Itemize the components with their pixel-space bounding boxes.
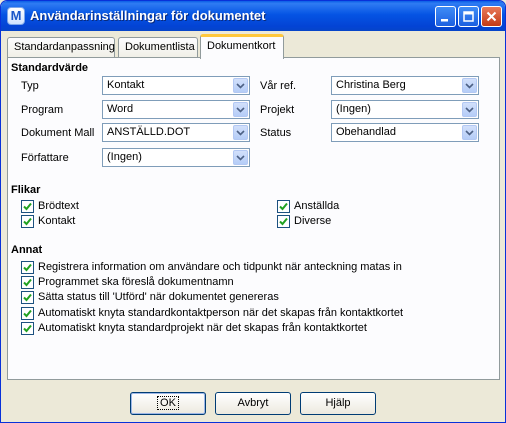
close-icon bbox=[486, 11, 497, 22]
kontakt-checkbox[interactable] bbox=[21, 215, 34, 228]
anstallda-label: Anställda bbox=[294, 200, 340, 212]
dokument-mall-value: ANSTÄLLD.DOT bbox=[107, 126, 191, 138]
forfattare-select[interactable]: (Ingen) bbox=[102, 148, 250, 167]
registrera-info-checkbox[interactable] bbox=[21, 261, 34, 274]
ok-button[interactable]: OK bbox=[130, 392, 206, 415]
help-button[interactable]: Hjälp bbox=[300, 392, 376, 415]
status-utford-checkbox[interactable] bbox=[21, 291, 34, 304]
checkmark-icon bbox=[23, 263, 32, 272]
forfattare-label: Författare bbox=[21, 152, 69, 164]
registrera-info-label: Registrera information om användare och … bbox=[38, 261, 402, 273]
knyta-projekt-label: Automatiskt knyta standardprojekt när de… bbox=[38, 322, 367, 334]
chevron-down-icon[interactable] bbox=[462, 125, 477, 140]
cancel-button[interactable]: Avbryt bbox=[215, 392, 291, 415]
settings-dialog: M Användarinställningar för dokumentet S… bbox=[0, 0, 506, 423]
diverse-label: Diverse bbox=[294, 215, 332, 227]
dokument-mall-label: Dokument Mall bbox=[21, 127, 95, 139]
chevron-down-icon[interactable] bbox=[462, 102, 477, 117]
chevron-down-icon[interactable] bbox=[233, 125, 248, 140]
checkmark-icon bbox=[23, 309, 32, 318]
tab-dokumentkort[interactable]: Dokumentkort bbox=[200, 34, 284, 59]
knyta-projekt-checkbox[interactable] bbox=[21, 322, 34, 335]
status-utford-label: Sätta status till 'Utförd' när dokumente… bbox=[38, 291, 279, 303]
maximize-icon bbox=[463, 11, 474, 22]
knyta-kontaktperson-checkbox[interactable] bbox=[21, 307, 34, 320]
app-icon: M bbox=[7, 7, 25, 25]
brodtext-label: Brödtext bbox=[38, 200, 79, 212]
program-label: Program bbox=[21, 104, 64, 116]
foresla-namn-checkbox[interactable] bbox=[21, 276, 34, 289]
status-value: Obehandlad bbox=[336, 126, 396, 138]
ok-button-label: OK bbox=[157, 396, 179, 410]
foresla-namn-label: Programmet ska föreslå dokumentnamn bbox=[38, 276, 234, 288]
projekt-value: (Ingen) bbox=[336, 103, 371, 115]
minimize-button[interactable] bbox=[435, 6, 456, 27]
checkmark-icon bbox=[23, 278, 32, 287]
chevron-down-icon[interactable] bbox=[233, 150, 248, 165]
dokument-mall-select[interactable]: ANSTÄLLD.DOT bbox=[102, 123, 250, 142]
section-standardvarde: Standardvärde bbox=[11, 62, 89, 74]
section-flikar: Flikar bbox=[11, 184, 41, 196]
tab-standardanpassning[interactable]: Standardanpassning bbox=[7, 37, 115, 58]
chevron-down-icon[interactable] bbox=[233, 78, 248, 93]
checkmark-icon bbox=[279, 217, 288, 226]
maximize-button[interactable] bbox=[458, 6, 479, 27]
program-select[interactable]: Word bbox=[102, 100, 250, 119]
chevron-down-icon[interactable] bbox=[233, 102, 248, 117]
kontakt-label: Kontakt bbox=[38, 215, 76, 227]
tab-dokumentlista[interactable]: Dokumentlista bbox=[118, 37, 198, 58]
checkmark-icon bbox=[279, 202, 288, 211]
brodtext-checkbox[interactable] bbox=[21, 200, 34, 213]
checkmark-icon bbox=[23, 293, 32, 302]
section-annat: Annat bbox=[11, 244, 43, 256]
title-bar[interactable]: M Användarinställningar för dokumentet bbox=[1, 1, 505, 31]
projekt-label: Projekt bbox=[260, 104, 295, 116]
projekt-select[interactable]: (Ingen) bbox=[331, 100, 479, 119]
anstallda-checkbox[interactable] bbox=[277, 200, 290, 213]
forfattare-value: (Ingen) bbox=[107, 151, 142, 163]
close-button[interactable] bbox=[481, 6, 502, 27]
minimize-icon bbox=[441, 19, 448, 22]
var-ref-label: Vår ref. bbox=[260, 80, 297, 92]
chevron-down-icon[interactable] bbox=[462, 78, 477, 93]
typ-value: Kontakt bbox=[107, 79, 145, 91]
window-title: Användarinställningar för dokumentet bbox=[30, 8, 266, 23]
typ-label: Typ bbox=[21, 80, 39, 92]
var-ref-value: Christina Berg bbox=[336, 79, 406, 91]
program-value: Word bbox=[107, 103, 134, 115]
var-ref-select[interactable]: Christina Berg bbox=[331, 76, 479, 95]
checkmark-icon bbox=[23, 217, 32, 226]
checkmark-icon bbox=[23, 324, 32, 333]
diverse-checkbox[interactable] bbox=[277, 215, 290, 228]
checkmark-icon bbox=[23, 202, 32, 211]
typ-select[interactable]: Kontakt bbox=[102, 76, 250, 95]
knyta-kontaktperson-label: Automatiskt knyta standardkontaktperson … bbox=[38, 307, 404, 319]
status-label: Status bbox=[260, 127, 292, 139]
status-select[interactable]: Obehandlad bbox=[331, 123, 479, 142]
